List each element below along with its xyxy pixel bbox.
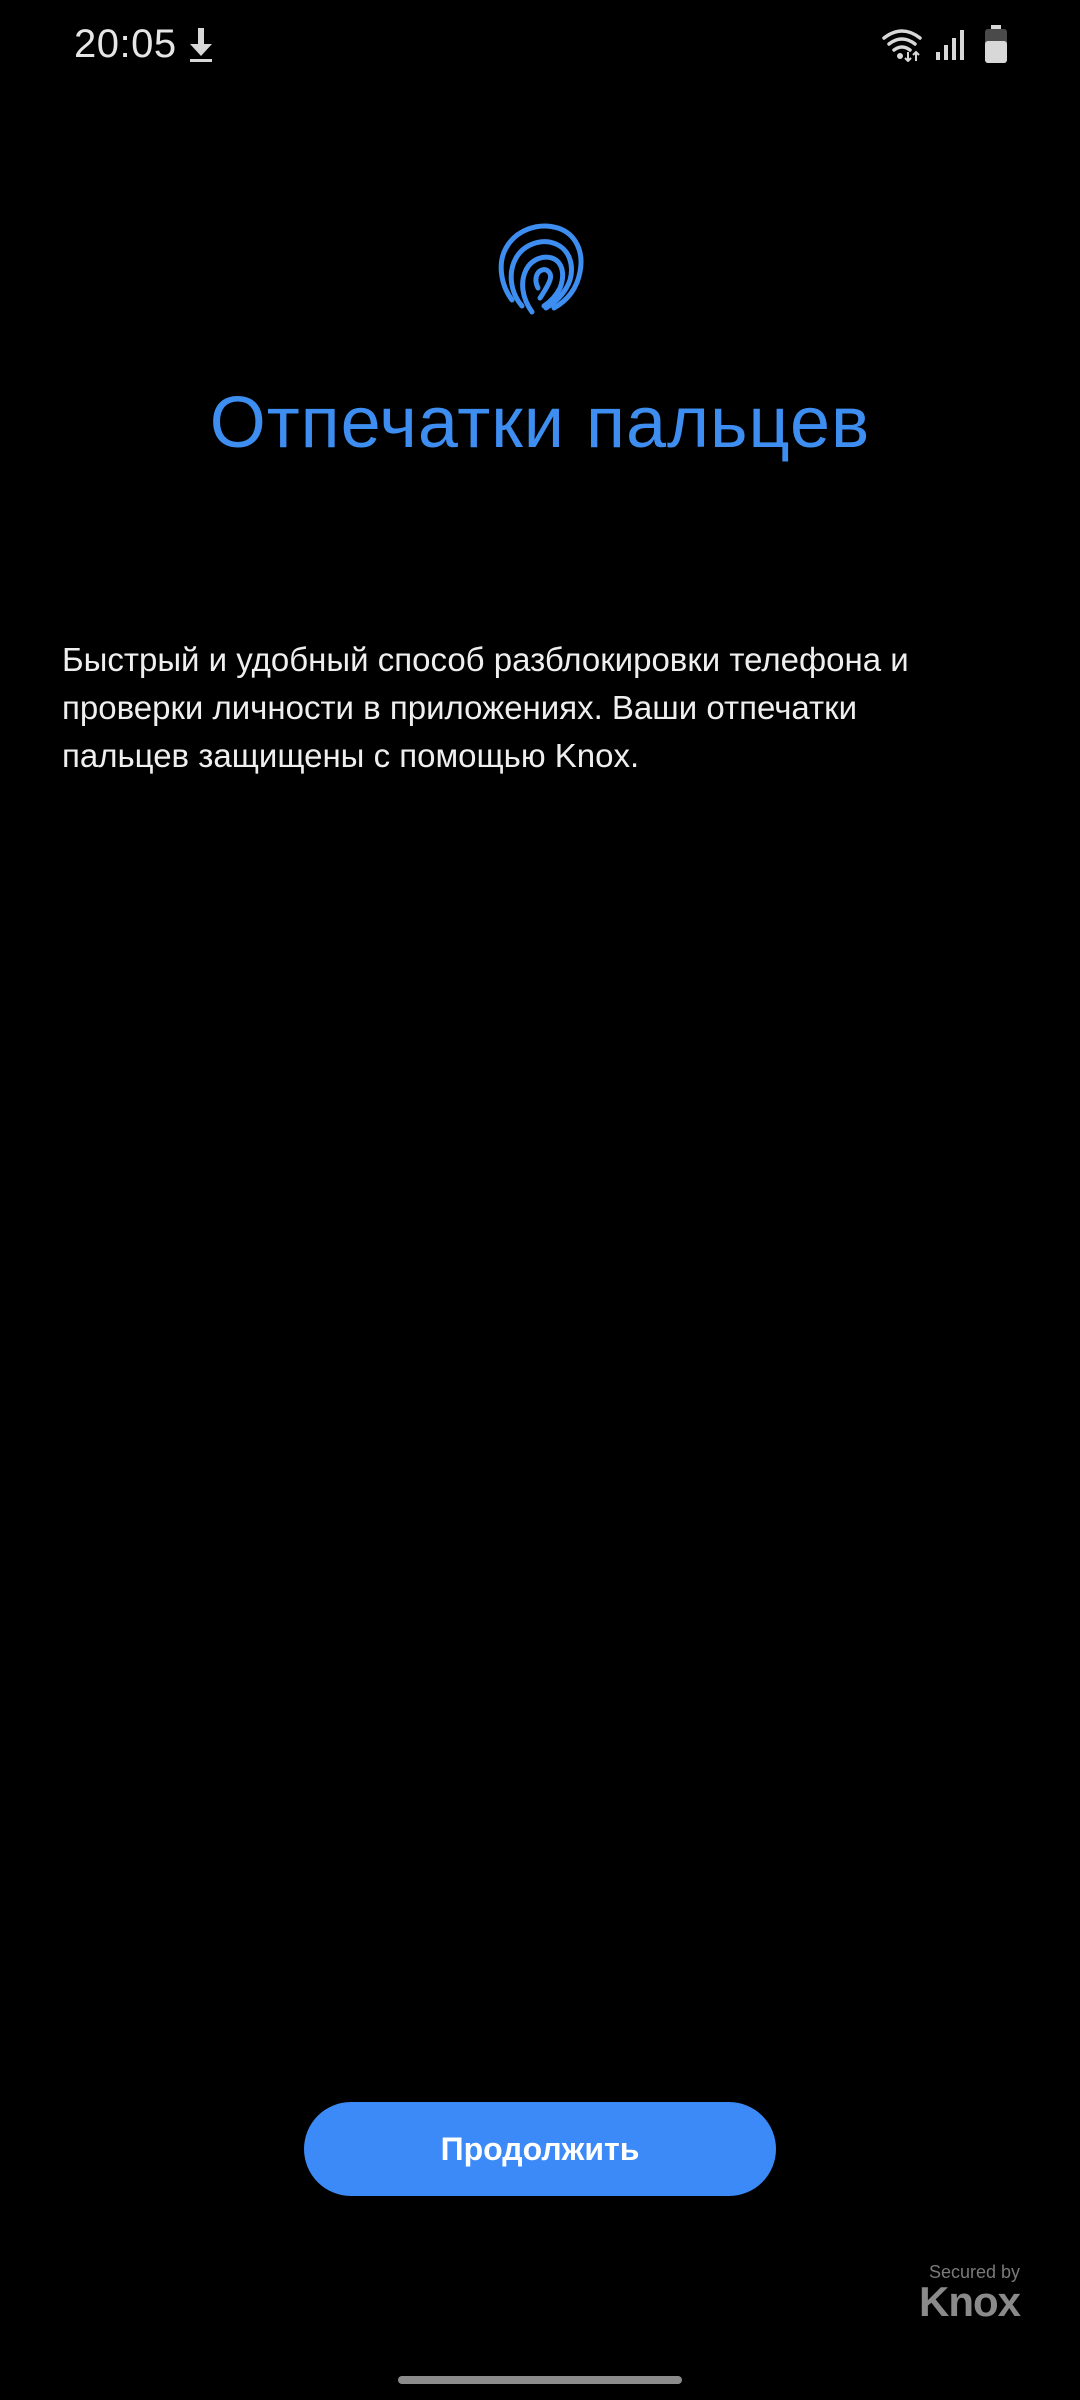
knox-badge: Secured by Knox <box>900 2262 1021 2325</box>
page-title: Отпечатки пальцев <box>209 383 871 463</box>
home-indicator[interactable] <box>398 2376 682 2384</box>
wifi-icon <box>882 29 922 62</box>
status-time: 20:05 <box>74 22 177 66</box>
signal-icon <box>936 30 964 60</box>
battery-icon <box>985 25 1007 63</box>
fingerprint-icon <box>498 223 584 315</box>
description-text: Быстрый и удобный способ разблокировки т… <box>62 641 909 774</box>
knox-logo: Knox <box>919 2278 1021 2325</box>
continue-button[interactable]: Продолжить <box>304 2102 776 2196</box>
status-bar: 20:05 <box>0 0 1080 90</box>
download-icon <box>190 28 212 62</box>
